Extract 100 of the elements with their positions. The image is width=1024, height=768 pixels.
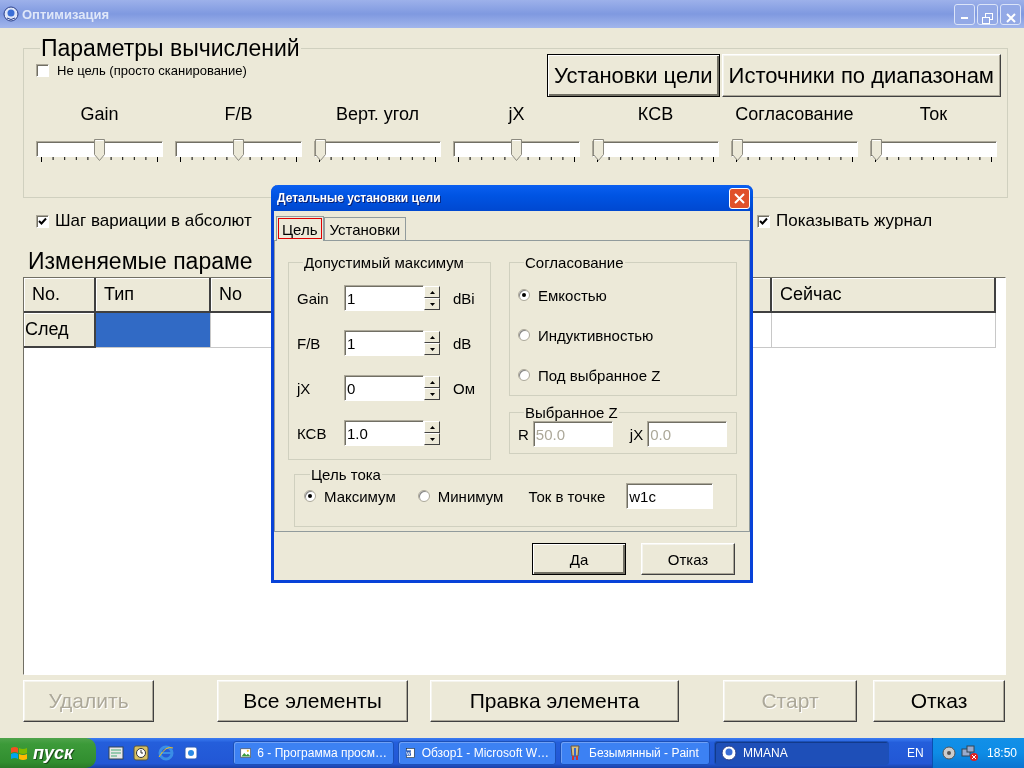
browser-icon[interactable] (158, 745, 174, 761)
action-button[interactable]: Все элементы (217, 680, 408, 722)
unit-label: dB (453, 334, 473, 352)
spin-up-button[interactable] (424, 286, 440, 298)
slider-thumb[interactable] (871, 139, 882, 161)
action-button[interactable]: Установки цели (546, 54, 720, 97)
slider-thumb[interactable] (732, 139, 743, 161)
action-button[interactable]: Отказ (873, 680, 1005, 722)
spin-up-button[interactable] (424, 331, 440, 343)
checkbox[interactable] (757, 214, 770, 228)
spin-down-button[interactable] (424, 433, 440, 445)
clock: 18:50 (987, 746, 1018, 760)
down-arrow-icon (429, 302, 435, 306)
number-field[interactable]: 1.0 (344, 420, 424, 446)
slider-thumb[interactable] (315, 139, 326, 161)
language-indicator[interactable]: EN (899, 746, 932, 760)
dialog-title: Детальные установки цели (277, 191, 442, 205)
slider-label: Согласование (735, 104, 854, 126)
slider-thumb[interactable] (94, 139, 105, 161)
action-button[interactable]: Правка элемента (430, 680, 679, 722)
table-cell[interactable] (96, 313, 211, 348)
slider-thumb[interactable] (511, 139, 522, 161)
group-title: Согласование (524, 254, 625, 271)
slider-label: Ток (919, 104, 948, 126)
tab[interactable]: Установки (323, 217, 407, 240)
spin-down-button[interactable] (424, 298, 440, 310)
unit-label: dBi (453, 289, 476, 307)
clock-icon[interactable] (133, 745, 149, 761)
field-label: КСВ (297, 424, 328, 442)
checkbox[interactable] (36, 214, 49, 228)
slider-label: jX (508, 104, 525, 126)
slider-label: F/B (224, 104, 253, 126)
slider-label: КСВ (637, 104, 674, 126)
slider-thumb[interactable] (593, 139, 604, 161)
checkbox-label: Шаг вариации в абсолют (55, 211, 252, 231)
text-field[interactable]: w1c (626, 483, 714, 509)
spin-up-button[interactable] (424, 376, 440, 388)
radio-label: Индуктивностью (538, 326, 654, 344)
radio-button[interactable] (518, 329, 530, 341)
paint-brushes-icon (567, 745, 583, 761)
column-header[interactable]: Сейчас (772, 278, 996, 313)
up-arrow-icon (429, 425, 435, 429)
column-header[interactable]: No. (24, 278, 96, 313)
down-arrow-icon (429, 392, 435, 396)
checkbox[interactable] (36, 64, 49, 77)
slider-label: Верт. угол (335, 104, 420, 126)
number-field[interactable]: 1 (344, 285, 424, 311)
group-title: Выбранное Z (524, 404, 619, 421)
network-error-icon[interactable] (961, 745, 979, 761)
radio-button[interactable] (304, 490, 316, 502)
desktop-icon[interactable] (108, 745, 124, 761)
number-field[interactable]: 0 (344, 375, 424, 401)
program-icon[interactable] (183, 745, 199, 761)
app-icon (721, 745, 737, 761)
number-field[interactable]: 1 (344, 330, 424, 356)
picture-icon (240, 745, 252, 761)
restore-icon (982, 12, 993, 24)
spin-up-button[interactable] (424, 421, 440, 433)
up-arrow-icon (429, 380, 435, 384)
field-label: Ток в точке (528, 487, 606, 505)
radio-button[interactable] (518, 369, 530, 381)
slider-thumb[interactable] (233, 139, 244, 161)
document-icon (405, 745, 416, 761)
dialog-button[interactable]: Отказ (641, 543, 735, 575)
down-arrow-icon (429, 437, 435, 441)
column-header[interactable]: Тип (96, 278, 211, 313)
radio-button[interactable] (518, 289, 530, 301)
radio-button[interactable] (417, 490, 430, 502)
down-arrow-icon (429, 347, 435, 351)
close-icon (1005, 13, 1016, 23)
group-title: Допустимый максимум (303, 254, 465, 271)
dialog-button[interactable]: Да (532, 543, 626, 575)
radio-label: Максимум (324, 487, 396, 505)
radio-label: Под выбранное Z (538, 366, 661, 384)
spin-down-button[interactable] (424, 388, 440, 400)
field-label: R (518, 425, 529, 443)
slider-label: Gain (80, 104, 119, 126)
close-icon (734, 192, 745, 204)
group-title: Параметры вычислений (40, 35, 301, 62)
taskbar-button[interactable]: Безымянный - Paint (560, 741, 710, 765)
minimize-icon (961, 17, 968, 19)
radio-label: Минимум (437, 487, 504, 505)
tab[interactable]: Цель (276, 216, 324, 241)
taskbar-button[interactable]: MMANA (714, 741, 889, 765)
row-header[interactable]: След (24, 313, 96, 348)
taskbar-button[interactable]: Обзор1 - Microsoft W… (398, 741, 556, 765)
radio-label: Емкостью (538, 286, 607, 304)
checkbox-label: Не цель (просто сканирование) (57, 63, 247, 78)
field-label: jX (297, 379, 312, 397)
table-cell[interactable] (772, 313, 996, 348)
app-icon (3, 6, 19, 22)
taskbar-button[interactable]: 6 - Программа просм… (233, 741, 394, 765)
group-title: Цель тока (310, 466, 382, 483)
spin-down-button[interactable] (424, 343, 440, 355)
action-button[interactable]: Источники по диапазонам (721, 54, 1001, 97)
up-arrow-icon (429, 335, 435, 339)
field-label: F/B (297, 334, 322, 352)
start-button[interactable]: пуск (0, 738, 96, 768)
up-arrow-icon (429, 290, 435, 294)
speaker-icon[interactable] (941, 745, 957, 761)
